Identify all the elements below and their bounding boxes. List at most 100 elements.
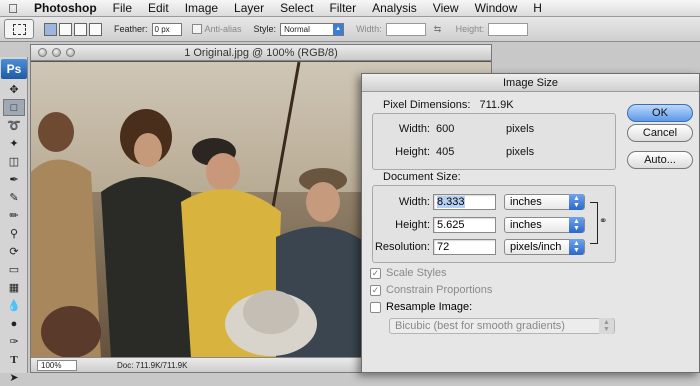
width-label: Width:	[356, 24, 382, 34]
doc-height-value: 5.625	[437, 219, 465, 231]
selection-mode-group	[44, 22, 102, 36]
menu-layer[interactable]: Layer	[226, 1, 272, 15]
doc-height-unit: inches	[510, 219, 542, 231]
constrain-proportions-check-icon[interactable]: ✓	[370, 284, 381, 296]
menu-help[interactable]: H	[525, 1, 550, 15]
tools-panel: Ps ✥ □ ➰ ✦ ◫ ✒ ✎ ✏ ⚲ ⟳ ▭ ▦ 💧 ● ✑ T ➤	[0, 57, 28, 384]
pixel-height-value: 405	[436, 146, 455, 158]
doc-width-label: Width:	[398, 196, 430, 208]
image-size-dialog: Image Size Pixel Dimensions: 711.9K Widt…	[361, 73, 700, 373]
eyedropper-tool-icon[interactable]: ✒	[3, 171, 25, 188]
chain-link-icon: ⚭	[599, 216, 608, 227]
resolution-unit-select[interactable]: pixels/inch ▲ ▼	[504, 239, 585, 255]
pixel-height-unit: pixels	[506, 146, 535, 158]
scale-styles-label: Scale Styles	[386, 267, 447, 279]
marquee-tool-icon[interactable]: □	[3, 99, 25, 116]
menu-analysis[interactable]: Analysis	[364, 1, 425, 15]
type-tool-icon[interactable]: T	[3, 351, 25, 368]
height-label: Height:	[455, 24, 485, 34]
ps-logo: Ps	[1, 59, 27, 79]
resolution-label: Resolution:	[374, 241, 430, 253]
resample-method-value: Bicubic (best for smooth gradients)	[395, 320, 565, 332]
resolution-value: 72	[437, 241, 450, 253]
style-select[interactable]: Normal ▲	[280, 22, 345, 36]
scale-styles-check-icon[interactable]: ✓	[370, 267, 381, 279]
new-selection-button[interactable]	[44, 22, 57, 36]
blur-tool-icon[interactable]: 💧	[3, 297, 25, 314]
chevron-updown-icon: ▲ ▼	[569, 217, 584, 233]
constrain-proportions-checkbox[interactable]: ✓ Constrain Proportions	[370, 284, 492, 296]
pixel-height-label: Height:	[395, 146, 430, 158]
add-to-selection-button[interactable]	[59, 22, 72, 36]
antialias-check-box[interactable]	[191, 24, 202, 34]
doc-height-input[interactable]: 5.625	[433, 217, 496, 233]
menu-file[interactable]: File	[105, 1, 140, 15]
auto-button[interactable]: Auto...	[627, 151, 693, 169]
rectangular-marquee-icon	[12, 23, 26, 35]
menu-window[interactable]: Window	[467, 1, 526, 15]
doc-width-input[interactable]: 8.333	[433, 194, 496, 210]
scale-styles-checkbox[interactable]: ✓ Scale Styles	[370, 267, 447, 279]
intersect-selection-button[interactable]	[89, 22, 102, 36]
doc-width-unit: inches	[510, 196, 542, 208]
chevron-updown-icon: ▲ ▼	[569, 194, 584, 210]
pixel-dimensions-title: Pixel Dimensions: 711.9K	[380, 99, 517, 111]
style-label: Style:	[253, 24, 277, 34]
constrain-link-bracket	[590, 202, 598, 244]
resample-image-checkbox[interactable]: Resample Image:	[370, 301, 472, 313]
swap-icon[interactable]: ⇆	[432, 23, 444, 35]
resample-method-select[interactable]: Bicubic (best for smooth gradients) ▲ ▼	[389, 318, 615, 334]
pen-tool-icon[interactable]: ✑	[3, 333, 25, 350]
history-brush-tool-icon[interactable]: ⟳	[3, 243, 25, 260]
tool-preset-picker[interactable]	[4, 19, 34, 39]
height-field[interactable]	[488, 22, 529, 36]
menu-bar:  Photoshop File Edit Image Layer Select…	[0, 0, 700, 17]
chevron-updown-icon: ▲ ▼	[569, 239, 584, 255]
menu-edit[interactable]: Edit	[140, 1, 177, 15]
apple-menu-icon[interactable]: 	[0, 1, 26, 16]
chevron-down-icon: ▲	[333, 23, 344, 35]
resample-image-check-box[interactable]	[370, 301, 381, 313]
document-title: 1 Original.jpg @ 100% (RGB/8)	[184, 46, 338, 59]
eraser-tool-icon[interactable]: ▭	[3, 261, 25, 278]
quick-selection-tool-icon[interactable]: ✦	[3, 135, 25, 152]
lasso-tool-icon[interactable]: ➰	[3, 117, 25, 134]
menu-photoshop[interactable]: Photoshop	[26, 1, 105, 15]
pixel-dimensions-label: Pixel Dimensions:	[383, 99, 471, 111]
doc-width-value: 8.333	[437, 196, 465, 208]
doc-height-unit-select[interactable]: inches ▲ ▼	[504, 217, 585, 233]
pixel-width-value: 600	[436, 123, 455, 135]
document-size-status[interactable]: Doc: 711.9K/711.9K	[117, 361, 187, 370]
feather-input[interactable]: 0 px	[151, 22, 182, 36]
subtract-from-selection-button[interactable]	[74, 22, 87, 36]
healing-brush-tool-icon[interactable]: ✎	[3, 189, 25, 206]
ok-button[interactable]: OK	[627, 104, 693, 122]
dialog-title[interactable]: Image Size	[362, 74, 699, 92]
options-bar: Feather: 0 px Anti-alias Style: Normal ▲…	[0, 17, 700, 42]
crop-tool-icon[interactable]: ◫	[3, 153, 25, 170]
menu-filter[interactable]: Filter	[321, 1, 364, 15]
resample-image-label: Resample Image:	[386, 301, 473, 313]
resolution-input[interactable]: 72	[433, 239, 496, 255]
brush-tool-icon[interactable]: ✏	[3, 207, 25, 224]
path-selection-tool-icon[interactable]: ➤	[3, 369, 25, 386]
pixel-width-unit: pixels	[506, 123, 535, 135]
cancel-button[interactable]: Cancel	[627, 124, 693, 142]
pixel-width-label: Width:	[398, 123, 430, 135]
document-size-title: Document Size:	[380, 171, 464, 183]
doc-height-label: Height:	[395, 219, 430, 231]
zoom-level-field[interactable]: 100%	[37, 359, 77, 371]
width-field[interactable]	[385, 22, 426, 36]
menu-view[interactable]: View	[425, 1, 467, 15]
gradient-tool-icon[interactable]: ▦	[3, 279, 25, 296]
menu-select[interactable]: Select	[272, 1, 321, 15]
menu-image[interactable]: Image	[177, 1, 226, 15]
move-tool-icon[interactable]: ✥	[3, 81, 25, 98]
doc-width-unit-select[interactable]: inches ▲ ▼	[504, 194, 585, 210]
chevron-updown-icon: ▲ ▼	[599, 318, 614, 334]
clone-stamp-tool-icon[interactable]: ⚲	[3, 225, 25, 242]
dodge-tool-icon[interactable]: ●	[3, 315, 25, 332]
document-titlebar[interactable]: 1 Original.jpg @ 100% (RGB/8)	[31, 45, 491, 61]
feather-label: Feather:	[114, 24, 148, 34]
antialias-checkbox[interactable]: Anti-alias	[191, 24, 242, 34]
